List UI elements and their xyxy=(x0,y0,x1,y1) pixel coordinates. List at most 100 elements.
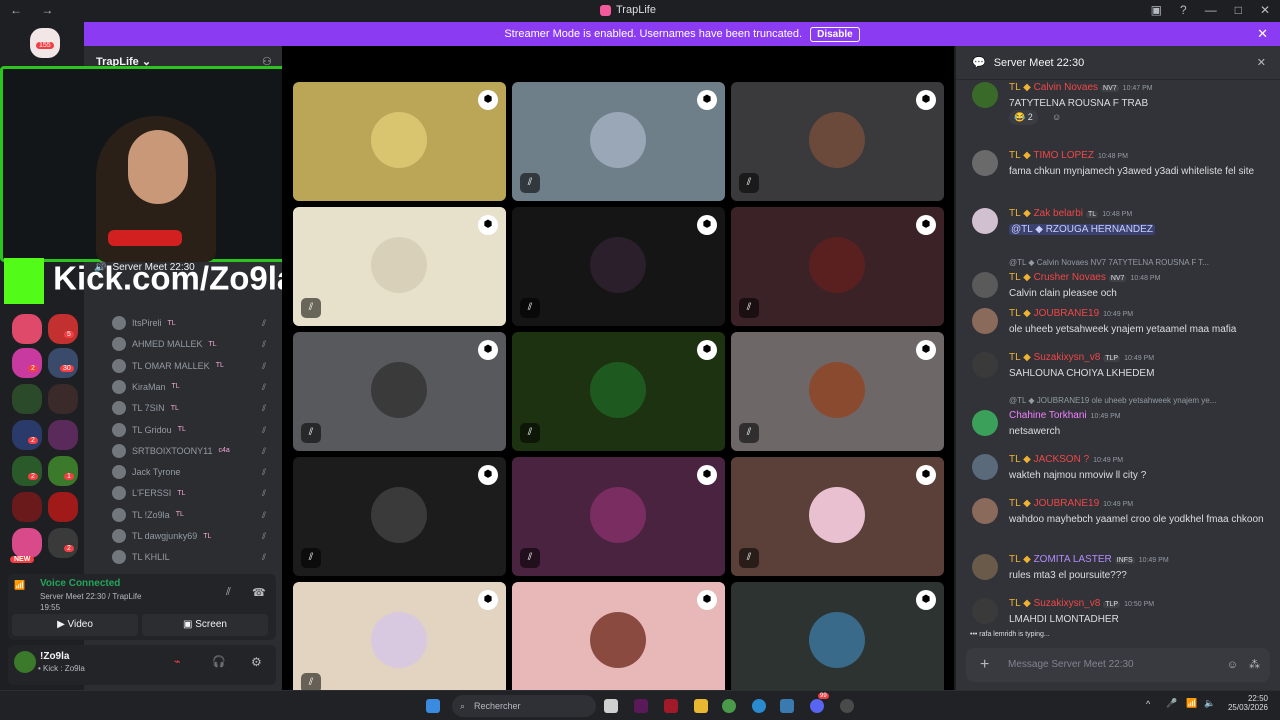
message-author[interactable]: Chahine Torkhani xyxy=(1009,410,1087,421)
disable-streamer-mode-button[interactable]: Disable xyxy=(810,26,860,42)
message-author[interactable]: Crusher Novaes xyxy=(1034,272,1106,283)
discord-icon[interactable] xyxy=(810,699,824,713)
participant-tile[interactable]: ⬢ xyxy=(512,582,725,701)
close-window-button[interactable]: ✕ xyxy=(1260,3,1270,17)
inbox-icon[interactable]: ▣ xyxy=(1151,3,1162,17)
voice-member-item[interactable]: KiraMan TL xyxy=(112,379,180,394)
clock[interactable]: 22:50 25/03/2026 xyxy=(1222,694,1268,712)
voice-member-item[interactable]: TL !Zo9la TL xyxy=(112,507,184,522)
server-icon[interactable] xyxy=(48,348,78,378)
volume-icon[interactable]: 🔈 xyxy=(1204,698,1215,709)
server-icon[interactable] xyxy=(12,456,42,486)
disconnect-icon[interactable]: ☎ xyxy=(252,586,266,599)
task-view-icon[interactable] xyxy=(604,699,618,713)
avatar[interactable] xyxy=(972,208,998,234)
noise-suppression-icon[interactable]: ⫽ xyxy=(226,586,231,599)
add-reaction-icon[interactable]: ☺ xyxy=(1052,112,1061,122)
participant-tile[interactable]: ⬢ ⫽ xyxy=(731,332,944,451)
avatar[interactable] xyxy=(972,498,998,524)
voice-member-item[interactable]: AHMED MALLEK TL xyxy=(112,337,217,352)
message-author[interactable]: JACKSON ? xyxy=(1034,454,1090,465)
voice-member-item[interactable]: TL Gridou TL xyxy=(112,422,186,437)
avatar[interactable] xyxy=(972,150,998,176)
server-icon[interactable] xyxy=(48,384,78,414)
participant-tile[interactable]: ⬢ xyxy=(293,82,506,201)
participant-tile[interactable]: ⬢ ⫽ xyxy=(731,82,944,201)
voice-member-item[interactable]: SRTBOIXTOONY11 c4a xyxy=(112,443,230,458)
voice-member-item[interactable]: TL 7SIN TL xyxy=(112,401,179,416)
mention[interactable]: @TL ◆ RZOUGA HERNANDEZ xyxy=(1009,224,1155,235)
edge-icon[interactable] xyxy=(752,699,766,713)
avatar[interactable] xyxy=(972,554,998,580)
help-icon[interactable]: ? xyxy=(1180,3,1187,17)
nav-arrows[interactable]: ← → xyxy=(10,3,61,17)
voice-member-item[interactable]: TL dawgjunky69 TL xyxy=(112,529,211,543)
minimize-button[interactable]: — xyxy=(1205,3,1217,17)
add-attachment-icon[interactable]: + xyxy=(980,648,989,682)
message-author[interactable]: Zak belarbi xyxy=(1034,208,1083,219)
app-icon[interactable] xyxy=(634,699,648,713)
tray-chevron-icon[interactable]: ^ xyxy=(1146,699,1150,709)
server-icon[interactable] xyxy=(12,348,42,378)
voice-channel-path[interactable]: Server Meet 22:30 / TrapLife xyxy=(40,592,141,601)
server-icon[interactable] xyxy=(12,528,42,558)
server-icon[interactable] xyxy=(48,420,78,450)
message-author[interactable]: JOUBRANE19 xyxy=(1034,498,1100,509)
voice-member-item[interactable]: TL OMAR MALLEK TL xyxy=(112,358,224,373)
avatar[interactable] xyxy=(972,272,998,298)
emoji-icon[interactable]: ☺ xyxy=(1227,648,1238,682)
server-icon[interactable] xyxy=(48,314,78,344)
voice-member-item[interactable]: L'FERSSI TL xyxy=(112,486,185,501)
server-icon[interactable] xyxy=(48,492,78,522)
screen-share-button[interactable]: ▣ Screen xyxy=(142,614,268,636)
server-icon[interactable] xyxy=(12,384,42,414)
wifi-icon[interactable]: 📶 xyxy=(1186,698,1197,709)
voice-member-item[interactable]: ItsPireli TL xyxy=(112,316,176,330)
message-author[interactable]: Suzakixysn_v8 xyxy=(1034,352,1101,363)
message-author[interactable]: ZOMITA LASTER xyxy=(1034,554,1112,565)
microphone-tray-icon[interactable]: 🎤 xyxy=(1166,698,1177,709)
voice-member-item[interactable]: Jack Tyrone xyxy=(112,465,186,480)
close-chat-icon[interactable]: ✕ xyxy=(1257,56,1266,69)
windows-start-icon[interactable] xyxy=(426,699,440,713)
taskbar-search[interactable]: ⌕ Rechercher xyxy=(452,695,596,717)
server-icon[interactable] xyxy=(12,420,42,450)
avatar[interactable] xyxy=(972,598,998,624)
participant-tile[interactable]: ⬢ ⫽ xyxy=(512,82,725,201)
server-icon[interactable] xyxy=(48,528,78,558)
reply-preview[interactable]: @TL ◆ JOUBRANE19 ole uheeb yetsahweek yn… xyxy=(1009,396,1216,405)
avatar[interactable] xyxy=(972,82,998,108)
server-icon[interactable] xyxy=(12,492,42,522)
video-button[interactable]: ▶ Video xyxy=(12,614,138,636)
obs-icon[interactable] xyxy=(840,699,854,713)
participant-tile[interactable]: ⬢ xyxy=(731,582,944,701)
participant-tile[interactable]: ⬢ ⫽ xyxy=(512,207,725,326)
avatar[interactable] xyxy=(972,308,998,334)
message-author[interactable]: Calvin Novaes xyxy=(1034,82,1098,93)
avatar[interactable] xyxy=(972,410,998,436)
reaction-chip[interactable]: 😂 2 xyxy=(1009,110,1038,125)
participant-tile[interactable]: ⬢ ⫽ xyxy=(731,207,944,326)
server-icon[interactable] xyxy=(48,456,78,486)
apps-icon[interactable]: ⁂ xyxy=(1249,648,1260,682)
banner-close-icon[interactable]: ✕ xyxy=(1257,26,1268,42)
chrome-icon[interactable] xyxy=(722,699,736,713)
file-explorer-icon[interactable] xyxy=(694,699,708,713)
headphones-icon[interactable]: 🎧 xyxy=(212,655,226,668)
app-icon[interactable] xyxy=(664,699,678,713)
maximize-button[interactable]: □ xyxy=(1235,3,1242,17)
app-icon[interactable] xyxy=(780,699,794,713)
participant-tile[interactable]: ⬢ ⫽ xyxy=(731,457,944,576)
voice-member-item[interactable]: TL KHLIL xyxy=(112,550,176,565)
server-icon[interactable] xyxy=(12,314,42,344)
message-author[interactable]: TIMO LOPEZ xyxy=(1033,150,1094,161)
avatar[interactable] xyxy=(14,651,36,673)
settings-gear-icon[interactable]: ⚙ xyxy=(251,655,262,669)
participant-tile[interactable]: ⬢ ⫽ xyxy=(512,457,725,576)
mute-icon[interactable]: ⌁ xyxy=(174,655,181,668)
message-input[interactable]: + Message Server Meet 22:30 ☺ ⁂ xyxy=(966,648,1270,682)
reply-preview[interactable]: @TL ◆ Calvin Novaes NV7 7ATYTELNA ROUSNA… xyxy=(1009,258,1209,267)
avatar[interactable] xyxy=(972,352,998,378)
message-author[interactable]: Suzakixysn_v8 xyxy=(1034,598,1101,609)
avatar[interactable] xyxy=(972,454,998,480)
